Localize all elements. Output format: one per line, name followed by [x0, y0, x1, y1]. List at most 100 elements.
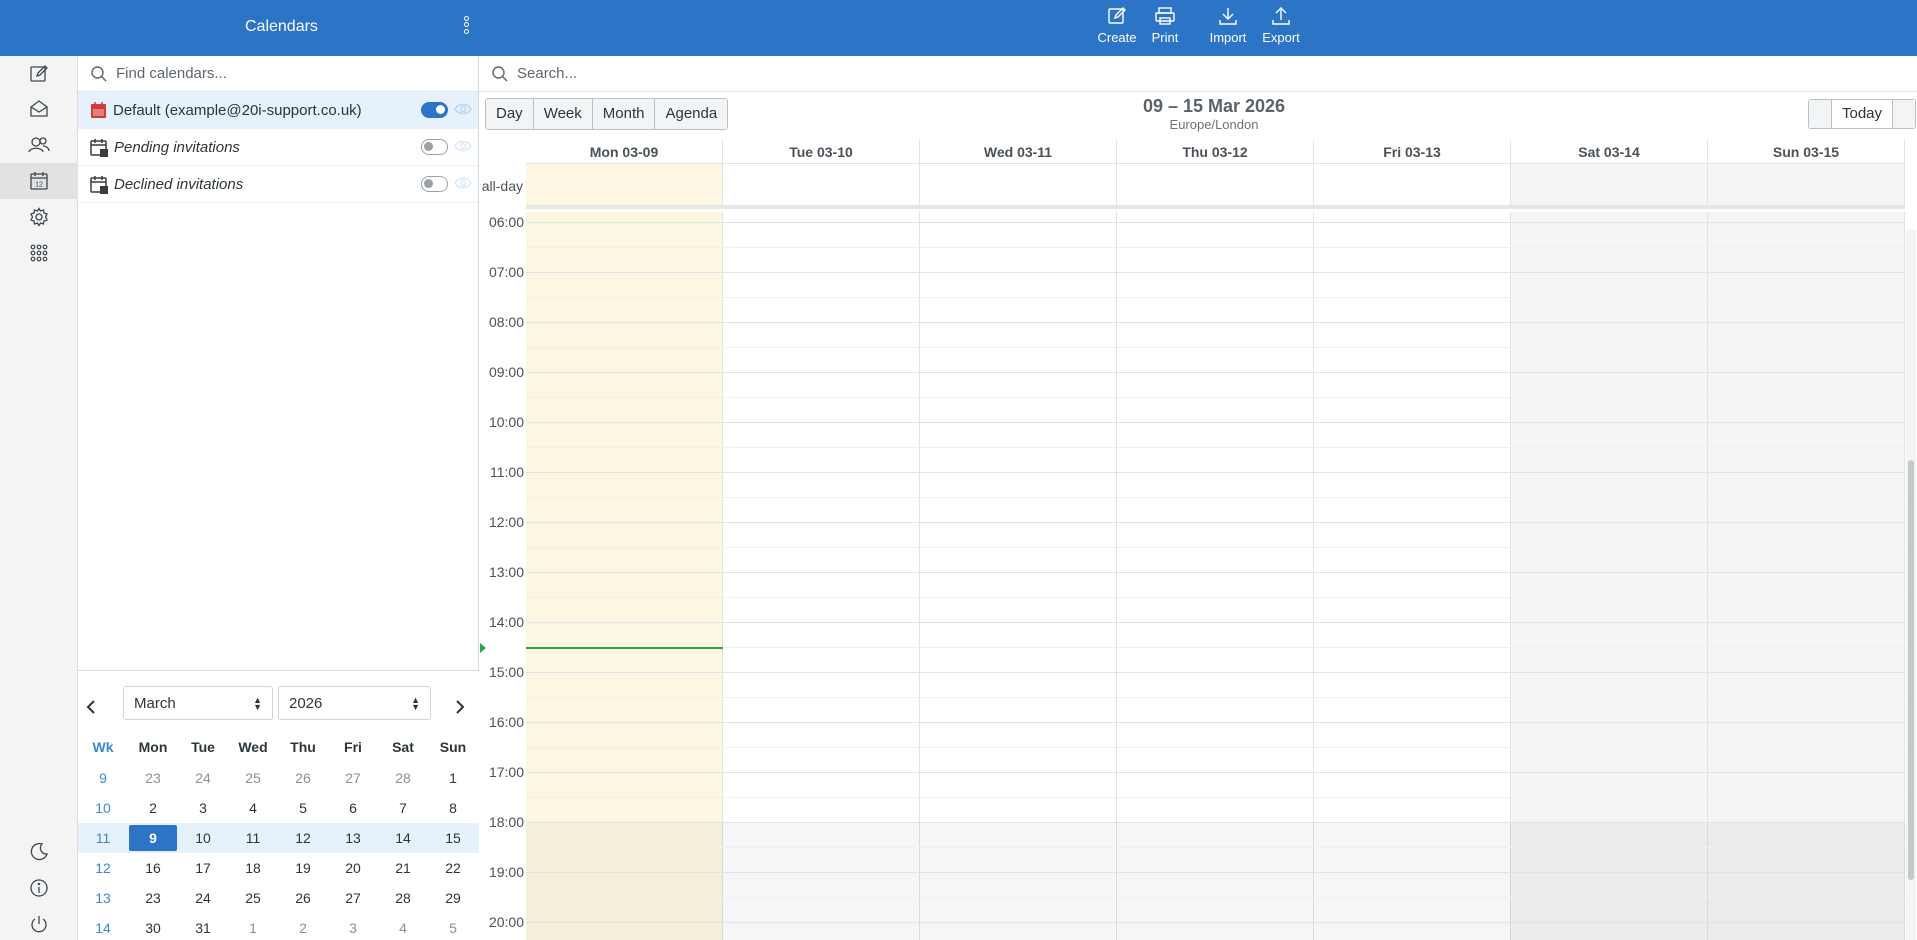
export-button[interactable]: Export: [1259, 4, 1303, 52]
all-day-cell[interactable]: [1511, 164, 1708, 209]
mini-calendar-day[interactable]: 10: [178, 825, 228, 851]
print-button[interactable]: Print: [1145, 4, 1185, 52]
contacts-icon[interactable]: [0, 127, 78, 163]
view-month-button[interactable]: Month: [592, 99, 656, 129]
mini-calendar-day[interactable]: 26: [278, 765, 328, 791]
all-day-cell[interactable]: [1314, 164, 1511, 209]
next-week-button[interactable]: [1893, 100, 1916, 128]
settings-icon[interactable]: [0, 199, 78, 235]
prev-week-button[interactable]: [1809, 100, 1831, 128]
all-day-cell[interactable]: [920, 164, 1117, 209]
logout-icon[interactable]: [0, 906, 78, 940]
mini-calendar-day[interactable]: 2: [278, 915, 328, 940]
about-icon[interactable]: [0, 870, 78, 906]
view-agenda-button[interactable]: Agenda: [655, 99, 728, 129]
mini-calendar-day[interactable]: 26: [278, 885, 328, 911]
week-number[interactable]: 13: [78, 885, 128, 911]
apps-icon[interactable]: [0, 235, 78, 271]
week-number[interactable]: 14: [78, 915, 128, 940]
mini-calendar-today[interactable]: 9: [129, 825, 177, 851]
week-number[interactable]: 11: [78, 825, 128, 851]
all-day-cell[interactable]: [723, 164, 920, 209]
week-number[interactable]: 9: [78, 765, 128, 791]
mini-calendar-day[interactable]: 16: [128, 855, 178, 881]
calendar-scrollbar[interactable]: [1906, 230, 1916, 940]
today-button[interactable]: Today: [1831, 100, 1894, 128]
mini-calendar-day[interactable]: 2: [128, 795, 178, 821]
search-events-input[interactable]: [517, 65, 1317, 82]
mini-calendar-day[interactable]: 7: [378, 795, 428, 821]
next-month-button[interactable]: [453, 695, 467, 721]
day-column-header[interactable]: Sat 03-14: [1511, 140, 1708, 164]
mini-calendar-day[interactable]: 31: [178, 915, 228, 940]
calendar-toggle[interactable]: [421, 102, 448, 118]
eye-icon[interactable]: [454, 176, 472, 190]
mini-calendar-day[interactable]: 12: [278, 825, 328, 851]
mini-calendar-day[interactable]: 17: [178, 855, 228, 881]
import-button[interactable]: Import: [1204, 4, 1252, 52]
mini-calendar-day[interactable]: 3: [178, 795, 228, 821]
day-column-header[interactable]: Mon 03-09: [526, 140, 723, 164]
mini-calendar-day[interactable]: 25: [228, 885, 278, 911]
mini-calendar-day[interactable]: 5: [278, 795, 328, 821]
calendar-toggle[interactable]: [421, 139, 448, 155]
mini-calendar-day[interactable]: 22: [428, 855, 478, 881]
eye-icon[interactable]: [454, 139, 472, 153]
mini-calendar-day[interactable]: 3: [328, 915, 378, 940]
mini-calendar-day[interactable]: 23: [128, 885, 178, 911]
mini-calendar-day[interactable]: 23: [128, 765, 178, 791]
calendar-toggle[interactable]: [421, 176, 448, 192]
day-column-header[interactable]: Fri 03-13: [1314, 140, 1511, 164]
calendar-item-declined[interactable]: Declined invitations: [78, 166, 478, 203]
mini-calendar-day[interactable]: 24: [178, 885, 228, 911]
year-select[interactable]: 2026 ▲ ▼: [278, 686, 431, 720]
mini-calendar-day[interactable]: 20: [328, 855, 378, 881]
calendar-item-pending[interactable]: Pending invitations: [78, 129, 478, 166]
mini-calendar-day[interactable]: 27: [328, 765, 378, 791]
mini-calendar-day[interactable]: 18: [228, 855, 278, 881]
day-column-header[interactable]: Tue 03-10: [723, 140, 920, 164]
find-calendars-input[interactable]: [116, 65, 416, 82]
mini-calendar-day[interactable]: 4: [378, 915, 428, 940]
mini-calendar-day[interactable]: 13: [328, 825, 378, 851]
mini-calendar-day[interactable]: 25: [228, 765, 278, 791]
mini-calendar-day[interactable]: 4: [228, 795, 278, 821]
mini-calendar-day[interactable]: 14: [378, 825, 428, 851]
mini-calendar-day[interactable]: 11: [228, 825, 278, 851]
eye-icon[interactable]: [454, 102, 472, 116]
all-day-cell[interactable]: [1117, 164, 1314, 209]
view-day-button[interactable]: Day: [486, 99, 534, 129]
mini-calendar-day[interactable]: 24: [178, 765, 228, 791]
mini-calendar-day[interactable]: 6: [328, 795, 378, 821]
mini-calendar-day[interactable]: 21: [378, 855, 428, 881]
dark-mode-icon[interactable]: [0, 834, 78, 870]
mini-calendar-day[interactable]: 27: [328, 885, 378, 911]
day-column-header[interactable]: Thu 03-12: [1117, 140, 1314, 164]
view-week-button[interactable]: Week: [533, 99, 593, 129]
scrollbar-thumb[interactable]: [1908, 460, 1914, 880]
day-column-header[interactable]: Sun 03-15: [1708, 140, 1905, 164]
mini-calendar-day[interactable]: 30: [128, 915, 178, 940]
week-number[interactable]: 12: [78, 855, 128, 881]
prev-month-button[interactable]: [84, 695, 98, 721]
mail-icon[interactable]: [0, 91, 78, 127]
day-column-header[interactable]: Wed 03-11: [920, 140, 1117, 164]
compose-icon[interactable]: [0, 56, 78, 92]
month-select[interactable]: March ▲ ▼: [123, 686, 273, 720]
mini-calendar-day[interactable]: 28: [378, 885, 428, 911]
mini-calendar-day[interactable]: 8: [428, 795, 478, 821]
mini-calendar-day[interactable]: 15: [428, 825, 478, 851]
week-number[interactable]: 10: [78, 795, 128, 821]
calendar-item-default[interactable]: Default (example@20i-support.co.uk): [78, 92, 478, 129]
all-day-cell[interactable]: [526, 164, 723, 209]
calendar-icon[interactable]: 12: [0, 163, 78, 199]
mini-calendar-day[interactable]: 19: [278, 855, 328, 881]
mini-calendar-day[interactable]: 1: [428, 765, 478, 791]
create-button[interactable]: Create: [1097, 4, 1137, 52]
all-day-cell[interactable]: [1708, 164, 1905, 209]
mini-calendar-day[interactable]: 5: [428, 915, 478, 940]
mini-calendar-day[interactable]: 29: [428, 885, 478, 911]
more-options-icon[interactable]: [459, 14, 473, 38]
mini-calendar-day[interactable]: 1: [228, 915, 278, 940]
mini-calendar-day[interactable]: 28: [378, 765, 428, 791]
